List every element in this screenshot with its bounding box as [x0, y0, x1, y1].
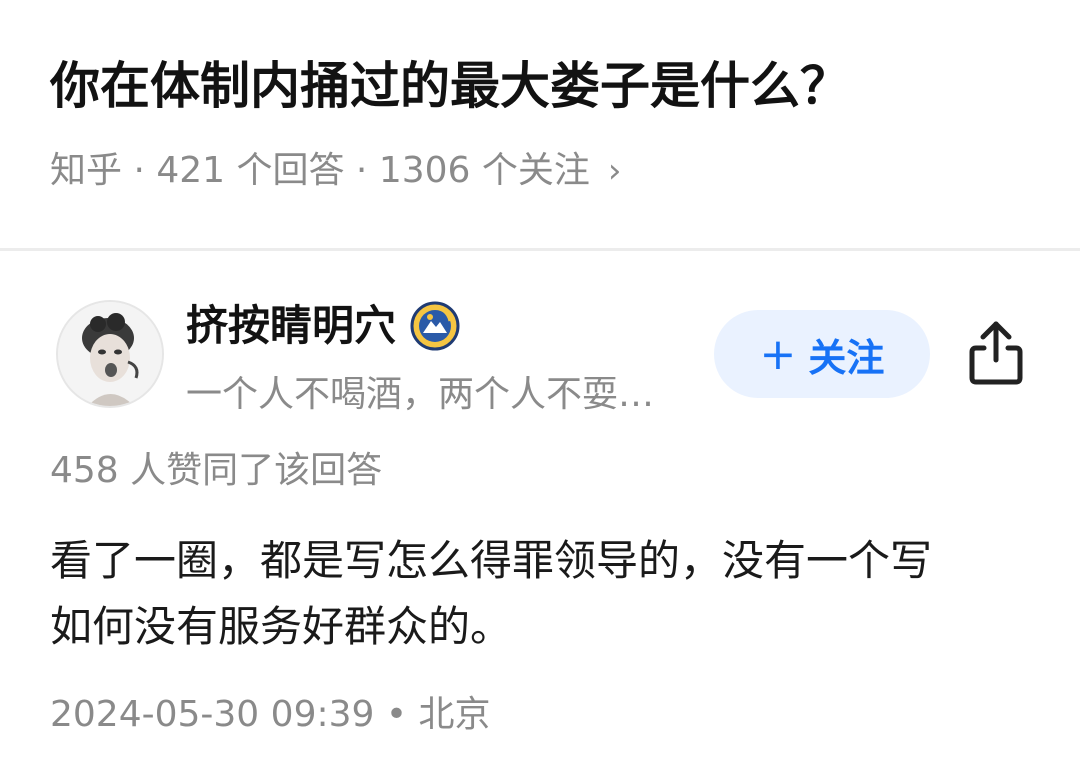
chevron-right-icon: ›: [607, 151, 622, 191]
answer-line: 如何没有服务好群众的。: [50, 602, 513, 651]
plus-icon: +: [759, 328, 797, 380]
avatar[interactable]: [56, 300, 164, 408]
answer-content[interactable]: 看了一圈，都是写怎么得罪领导的，没有一个写 如何没有服务好群众的。: [50, 528, 1030, 660]
author-bio: 一个人不喝酒，两个人不耍…: [186, 374, 655, 415]
question-meta-text: 知乎 · 421 个回答 · 1306 个关注: [50, 150, 590, 191]
author-name-row[interactable]: 挤按睛明穴: [186, 296, 460, 356]
share-icon[interactable]: [966, 318, 1026, 388]
vote-count: 458 人赞同了该回答: [50, 450, 383, 491]
follow-button-label: 关注: [808, 335, 885, 380]
author-name[interactable]: 挤按睛明穴: [186, 296, 396, 356]
avatar-image: [58, 302, 162, 406]
answer-line: 看了一圈，都是写怎么得罪领导的，没有一个写: [50, 536, 933, 585]
follow-button[interactable]: + 关注: [714, 310, 930, 398]
answer-meta: 2024-05-30 09:39 • 北京: [50, 694, 491, 735]
divider: [0, 248, 1080, 251]
verified-badge-icon: [410, 301, 460, 351]
question-title[interactable]: 你在体制内捅过的最大娄子是什么？: [50, 48, 1040, 124]
question-meta[interactable]: 知乎 · 421 个回答 · 1306 个关注 ›: [50, 146, 622, 196]
